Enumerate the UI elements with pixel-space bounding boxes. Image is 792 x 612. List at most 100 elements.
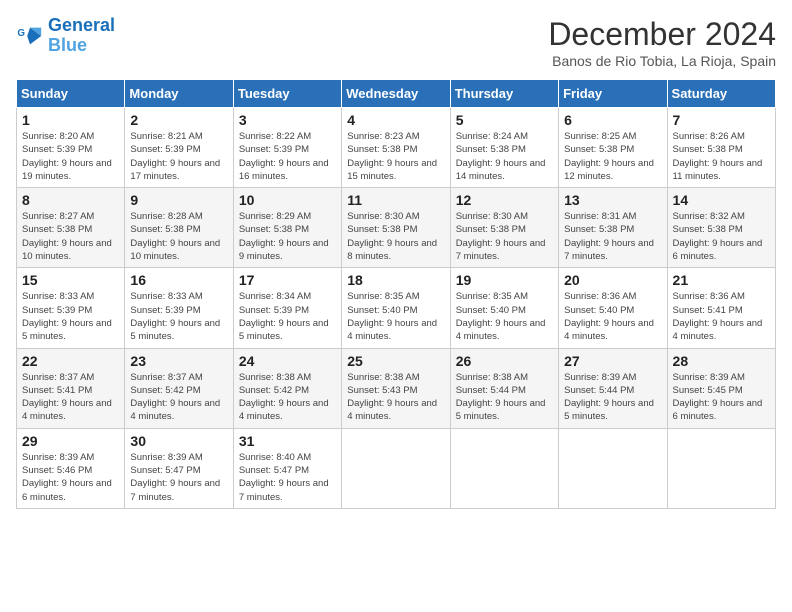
day-number: 31 bbox=[239, 433, 336, 449]
day-number: 3 bbox=[239, 112, 336, 128]
calendar-cell: 5 Sunrise: 8:24 AMSunset: 5:38 PMDaylight… bbox=[450, 108, 558, 188]
day-info: Sunrise: 8:30 AMSunset: 5:38 PMDaylight:… bbox=[456, 210, 553, 263]
day-number: 29 bbox=[22, 433, 119, 449]
day-info: Sunrise: 8:24 AMSunset: 5:38 PMDaylight:… bbox=[456, 130, 553, 183]
calendar-cell: 2 Sunrise: 8:21 AMSunset: 5:39 PMDaylight… bbox=[125, 108, 233, 188]
day-number: 10 bbox=[239, 192, 336, 208]
calendar-cell bbox=[667, 428, 775, 508]
logo-line2: Blue bbox=[48, 35, 87, 55]
day-number: 22 bbox=[22, 353, 119, 369]
day-number: 21 bbox=[673, 272, 770, 288]
day-info: Sunrise: 8:23 AMSunset: 5:38 PMDaylight:… bbox=[347, 130, 444, 183]
day-info: Sunrise: 8:30 AMSunset: 5:38 PMDaylight:… bbox=[347, 210, 444, 263]
calendar-cell bbox=[559, 428, 667, 508]
day-number: 9 bbox=[130, 192, 227, 208]
day-number: 12 bbox=[456, 192, 553, 208]
calendar-cell: 22Sunrise: 8:37 AMSunset: 5:41 PMDayligh… bbox=[17, 348, 125, 428]
calendar-cell: 25 Sunrise: 8:38 AMSunset: 5:43 PMDayligh… bbox=[342, 348, 450, 428]
calendar-cell: 1 Sunrise: 8:20 AMSunset: 5:39 PMDaylight… bbox=[17, 108, 125, 188]
weekday-header-tuesday: Tuesday bbox=[233, 80, 341, 108]
logo: G General Blue bbox=[16, 16, 115, 56]
calendar-cell: 30 Sunrise: 8:39 AMSunset: 5:47 PMDayligh… bbox=[125, 428, 233, 508]
calendar-cell: 6Sunrise: 8:25 AMSunset: 5:38 PMDaylight… bbox=[559, 108, 667, 188]
day-number: 5 bbox=[456, 112, 553, 128]
calendar-cell: 11 Sunrise: 8:30 AMSunset: 5:38 PMDayligh… bbox=[342, 188, 450, 268]
logo-icon: G bbox=[16, 22, 44, 50]
calendar-cell: 9 Sunrise: 8:28 AMSunset: 5:38 PMDaylight… bbox=[125, 188, 233, 268]
logo-line1: General bbox=[48, 15, 115, 35]
weekday-header-friday: Friday bbox=[559, 80, 667, 108]
day-info: Sunrise: 8:38 AMSunset: 5:44 PMDaylight:… bbox=[456, 371, 553, 424]
day-info: Sunrise: 8:37 AMSunset: 5:42 PMDaylight:… bbox=[130, 371, 227, 424]
day-info: Sunrise: 8:29 AMSunset: 5:38 PMDaylight:… bbox=[239, 210, 336, 263]
calendar-cell: 17Sunrise: 8:34 AMSunset: 5:39 PMDayligh… bbox=[233, 268, 341, 348]
day-number: 23 bbox=[130, 353, 227, 369]
day-number: 26 bbox=[456, 353, 553, 369]
calendar-cell: 27Sunrise: 8:39 AMSunset: 5:44 PMDayligh… bbox=[559, 348, 667, 428]
calendar-cell: 10 Sunrise: 8:29 AMSunset: 5:38 PMDayligh… bbox=[233, 188, 341, 268]
calendar-cell: 13Sunrise: 8:31 AMSunset: 5:38 PMDayligh… bbox=[559, 188, 667, 268]
calendar-cell: 18Sunrise: 8:35 AMSunset: 5:40 PMDayligh… bbox=[342, 268, 450, 348]
calendar-cell: 20Sunrise: 8:36 AMSunset: 5:40 PMDayligh… bbox=[559, 268, 667, 348]
day-info: Sunrise: 8:28 AMSunset: 5:38 PMDaylight:… bbox=[130, 210, 227, 263]
day-number: 7 bbox=[673, 112, 770, 128]
day-info: Sunrise: 8:32 AMSunset: 5:38 PMDaylight:… bbox=[673, 210, 770, 263]
day-number: 11 bbox=[347, 192, 444, 208]
day-number: 19 bbox=[456, 272, 553, 288]
day-info: Sunrise: 8:33 AMSunset: 5:39 PMDaylight:… bbox=[130, 290, 227, 343]
calendar-week-row: 15 Sunrise: 8:33 AMSunset: 5:39 PMDayligh… bbox=[17, 268, 776, 348]
calendar-cell: 21 Sunrise: 8:36 AMSunset: 5:41 PMDayligh… bbox=[667, 268, 775, 348]
day-info: Sunrise: 8:38 AMSunset: 5:42 PMDaylight:… bbox=[239, 371, 336, 424]
calendar-cell: 16 Sunrise: 8:33 AMSunset: 5:39 PMDayligh… bbox=[125, 268, 233, 348]
day-info: Sunrise: 8:36 AMSunset: 5:41 PMDaylight:… bbox=[673, 290, 770, 343]
day-number: 15 bbox=[22, 272, 119, 288]
calendar-cell: 14Sunrise: 8:32 AMSunset: 5:38 PMDayligh… bbox=[667, 188, 775, 268]
day-info: Sunrise: 8:39 AMSunset: 5:47 PMDaylight:… bbox=[130, 451, 227, 504]
calendar-cell: 7 Sunrise: 8:26 AMSunset: 5:38 PMDaylight… bbox=[667, 108, 775, 188]
day-info: Sunrise: 8:38 AMSunset: 5:43 PMDaylight:… bbox=[347, 371, 444, 424]
calendar-cell bbox=[342, 428, 450, 508]
day-number: 13 bbox=[564, 192, 661, 208]
calendar-cell: 15 Sunrise: 8:33 AMSunset: 5:39 PMDayligh… bbox=[17, 268, 125, 348]
weekday-header-monday: Monday bbox=[125, 80, 233, 108]
day-info: Sunrise: 8:33 AMSunset: 5:39 PMDaylight:… bbox=[22, 290, 119, 343]
day-info: Sunrise: 8:39 AMSunset: 5:44 PMDaylight:… bbox=[564, 371, 661, 424]
weekday-header-saturday: Saturday bbox=[667, 80, 775, 108]
day-number: 2 bbox=[130, 112, 227, 128]
calendar-cell: 19Sunrise: 8:35 AMSunset: 5:40 PMDayligh… bbox=[450, 268, 558, 348]
day-info: Sunrise: 8:21 AMSunset: 5:39 PMDaylight:… bbox=[130, 130, 227, 183]
calendar-week-row: 29Sunrise: 8:39 AMSunset: 5:46 PMDayligh… bbox=[17, 428, 776, 508]
day-number: 16 bbox=[130, 272, 227, 288]
calendar-week-row: 1 Sunrise: 8:20 AMSunset: 5:39 PMDaylight… bbox=[17, 108, 776, 188]
day-info: Sunrise: 8:34 AMSunset: 5:39 PMDaylight:… bbox=[239, 290, 336, 343]
day-number: 28 bbox=[673, 353, 770, 369]
svg-text:G: G bbox=[17, 28, 25, 39]
calendar-week-row: 8Sunrise: 8:27 AMSunset: 5:38 PMDaylight… bbox=[17, 188, 776, 268]
day-number: 6 bbox=[564, 112, 661, 128]
calendar-cell: 29Sunrise: 8:39 AMSunset: 5:46 PMDayligh… bbox=[17, 428, 125, 508]
calendar-cell: 3 Sunrise: 8:22 AMSunset: 5:39 PMDaylight… bbox=[233, 108, 341, 188]
location: Banos de Rio Tobia, La Rioja, Spain bbox=[548, 53, 776, 69]
calendar-cell: 26 Sunrise: 8:38 AMSunset: 5:44 PMDayligh… bbox=[450, 348, 558, 428]
day-info: Sunrise: 8:20 AMSunset: 5:39 PMDaylight:… bbox=[22, 130, 119, 183]
day-info: Sunrise: 8:26 AMSunset: 5:38 PMDaylight:… bbox=[673, 130, 770, 183]
calendar-cell: 8Sunrise: 8:27 AMSunset: 5:38 PMDaylight… bbox=[17, 188, 125, 268]
day-info: Sunrise: 8:35 AMSunset: 5:40 PMDaylight:… bbox=[347, 290, 444, 343]
calendar-cell bbox=[450, 428, 558, 508]
day-info: Sunrise: 8:27 AMSunset: 5:38 PMDaylight:… bbox=[22, 210, 119, 263]
page-header: G General Blue December 2024 Banos de Ri… bbox=[16, 16, 776, 69]
weekday-header-sunday: Sunday bbox=[17, 80, 125, 108]
day-number: 1 bbox=[22, 112, 119, 128]
day-info: Sunrise: 8:22 AMSunset: 5:39 PMDaylight:… bbox=[239, 130, 336, 183]
calendar-table: SundayMondayTuesdayWednesdayThursdayFrid… bbox=[16, 79, 776, 509]
calendar-cell: 23 Sunrise: 8:37 AMSunset: 5:42 PMDayligh… bbox=[125, 348, 233, 428]
calendar-week-row: 22Sunrise: 8:37 AMSunset: 5:41 PMDayligh… bbox=[17, 348, 776, 428]
day-number: 30 bbox=[130, 433, 227, 449]
calendar-cell: 24 Sunrise: 8:38 AMSunset: 5:42 PMDayligh… bbox=[233, 348, 341, 428]
day-number: 24 bbox=[239, 353, 336, 369]
day-info: Sunrise: 8:39 AMSunset: 5:45 PMDaylight:… bbox=[673, 371, 770, 424]
weekday-header-thursday: Thursday bbox=[450, 80, 558, 108]
calendar-cell: 31Sunrise: 8:40 AMSunset: 5:47 PMDayligh… bbox=[233, 428, 341, 508]
logo-text: General Blue bbox=[48, 16, 115, 56]
day-number: 25 bbox=[347, 353, 444, 369]
